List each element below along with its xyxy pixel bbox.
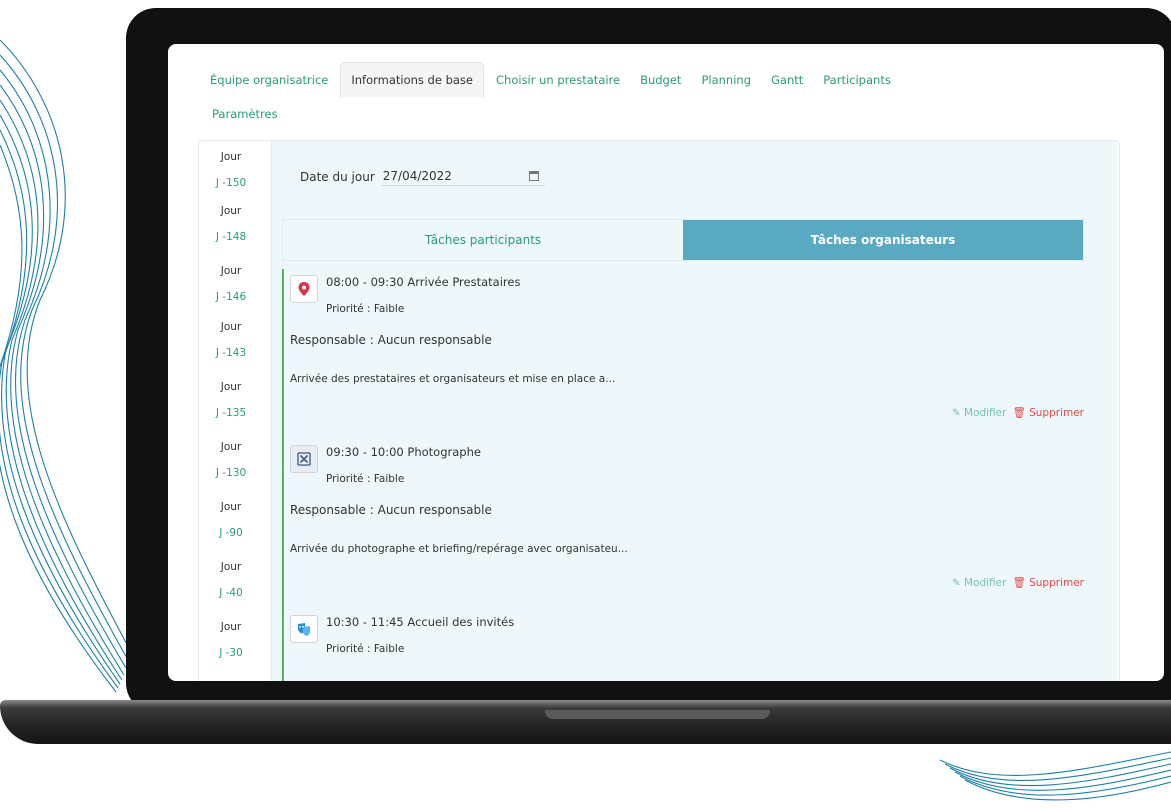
laptop-notch [545,710,770,719]
task-responsible: Responsable : Aucun responsable [290,333,492,347]
tab-planning[interactable]: Planning [693,63,759,97]
edit-icon: ✎ [951,407,964,419]
day-number[interactable]: J -146 [199,291,263,303]
day-label: Jour [220,321,242,333]
day-number[interactable]: J -143 [199,347,263,359]
task-responsible: Responsable : Aucun responsable [290,503,492,517]
modify-button[interactable]: ✎ Modifier [952,407,1007,419]
date-input[interactable]: 27/04/2022 [380,167,545,186]
day-column: Jour J -150 Jour J -148 Jour J -146 Jour… [199,141,263,681]
task-type-toggle: Tâches participants Tâches organisateurs [282,219,1084,261]
content-panel: Jour J -150 Jour J -148 Jour J -146 Jour… [198,140,1120,681]
task-time-title: 09:30 - 10:00 Photographe [326,445,481,459]
delete-button[interactable]: 🗑 Supprimer [1012,407,1084,419]
task-time-title: 10:30 - 11:45 Accueil des invités [326,615,515,629]
trash-icon: 🗑 [1012,407,1030,419]
date-row: Date du jour 27/04/2022 [300,167,545,186]
day-number[interactable]: J -90 [199,527,263,539]
tab-row-2: Paramètres [210,102,290,126]
tab-taches-participants[interactable]: Tâches participants [283,220,683,260]
date-value: 27/04/2022 [382,169,452,183]
day-label: Jour [220,381,242,393]
day-number[interactable]: J -150 [199,177,263,189]
calendar-icon[interactable] [528,171,539,181]
tab-bar: Équipe organisatrice Informations de base… [208,62,1144,98]
masks-icon [290,615,318,643]
day-label: Jour [220,441,242,453]
delete-label: Supprimer [1029,577,1084,589]
day-label: Jour [220,561,242,573]
task-actions: ✎ Modifier 🗑 Supprimer [952,576,1084,589]
day-number[interactable]: J -40 [199,587,263,599]
tools-icon [290,445,318,473]
tasks-panel: Date du jour 27/04/2022 Tâches participa… [271,141,1117,681]
day-label: Jour [220,265,242,277]
tab-budget[interactable]: Budget [632,63,689,97]
trash-icon: 🗑 [1012,577,1030,589]
task-description: Arrivée du photographe et briefing/repér… [290,543,628,555]
task-priority: Priorité : Faible [326,303,405,315]
delete-label: Supprimer [1029,407,1084,419]
map-pin-icon [290,275,318,303]
modify-button[interactable]: ✎ Modifier [952,577,1007,589]
tab-taches-organisateurs[interactable]: Tâches organisateurs [683,220,1083,260]
edit-icon: ✎ [951,577,964,589]
day-label: Jour [220,151,242,163]
tab-parametres[interactable]: Paramètres [210,102,286,126]
tab-choisir-prestataire[interactable]: Choisir un prestataire [488,63,628,97]
laptop-base [0,700,1171,744]
task-actions: ✎ Modifier 🗑 Supprimer [952,406,1084,419]
modify-label: Modifier [963,577,1007,589]
tab-gantt[interactable]: Gantt [763,63,811,97]
day-label: Jour [220,501,242,513]
day-number[interactable]: J -135 [199,407,263,419]
date-label: Date du jour [300,169,375,184]
task-priority: Priorité : Faible [326,643,405,655]
tab-equipe-organisatrice[interactable]: Équipe organisatrice [208,63,336,97]
modify-label: Modifier [963,407,1007,419]
day-number[interactable]: J -130 [199,467,263,479]
task-priority: Priorité : Faible [326,473,405,485]
day-number[interactable]: J -30 [199,647,263,659]
day-label: Jour [220,205,242,217]
task-description: Arrivée des prestataires et organisateur… [290,373,616,385]
app-screen: Équipe organisatrice Informations de base… [168,44,1164,681]
task-timeline: 08:00 - 09:30 Arrivée Prestataires Prior… [282,269,1084,681]
tab-participants[interactable]: Participants [815,63,899,97]
day-label: Jour [220,621,242,633]
day-number[interactable]: J -148 [199,231,263,243]
task-time-title: 08:00 - 09:30 Arrivée Prestataires [326,275,521,289]
tab-informations-de-base[interactable]: Informations de base [340,62,485,98]
delete-button[interactable]: 🗑 Supprimer [1012,577,1084,589]
